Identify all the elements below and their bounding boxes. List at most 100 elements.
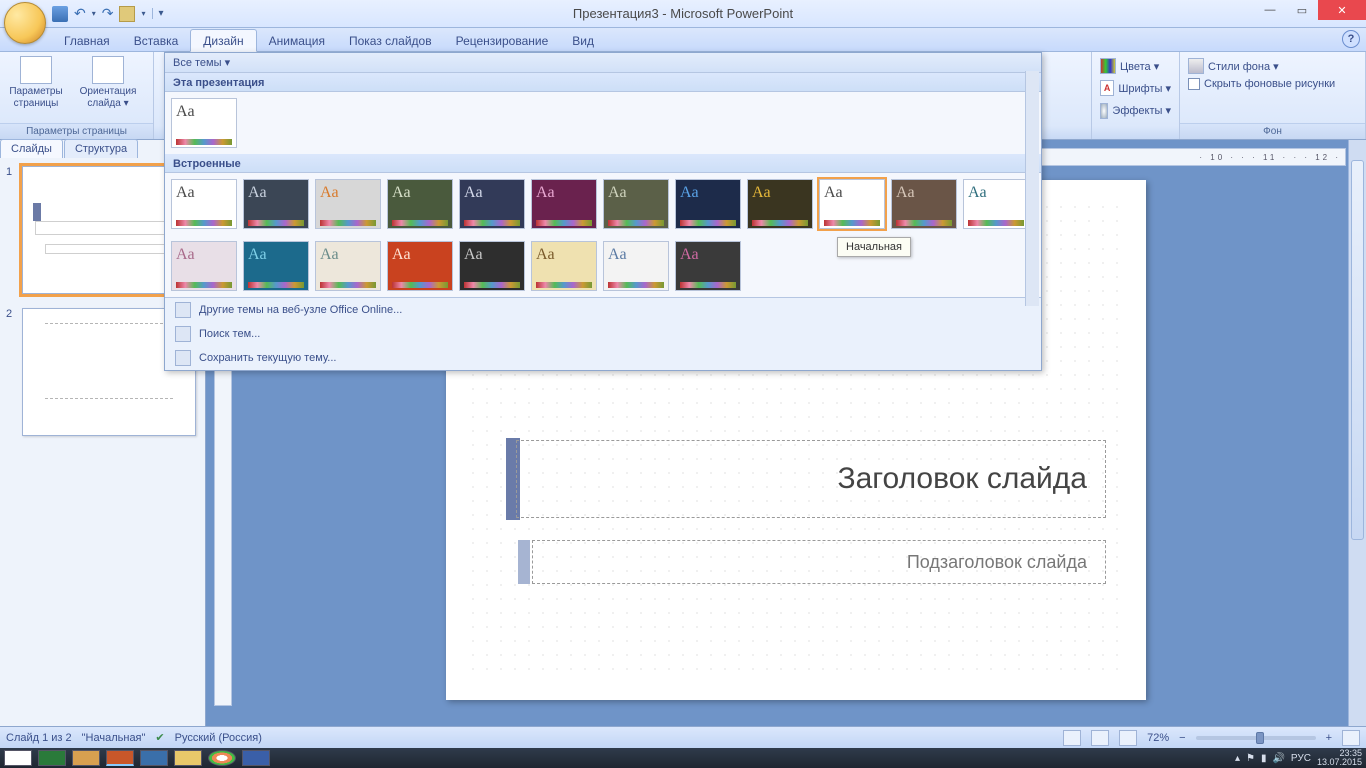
theme-thumbnail[interactable]: Aa — [171, 179, 237, 229]
theme-thumbnail[interactable]: Aa — [459, 179, 525, 229]
taskbar-word-icon[interactable] — [242, 750, 270, 766]
tab-slides[interactable]: Слайды — [0, 139, 63, 158]
theme-sample-text: Aa — [536, 246, 592, 264]
tray-action-center-icon[interactable]: ⚑ — [1246, 753, 1255, 764]
theme-thumbnail[interactable]: Aa — [315, 241, 381, 291]
more-themes-online[interactable]: Другие темы на веб-узле Office Online... — [165, 298, 1041, 322]
effects-button[interactable]: Эффекты ▾ — [1096, 101, 1175, 121]
taskbar-paint-icon[interactable] — [72, 750, 100, 766]
theme-thumbnail[interactable]: Aa — [243, 241, 309, 291]
theme-color-swatch — [176, 139, 232, 145]
tab-home[interactable]: Главная — [52, 30, 122, 51]
zoom-level[interactable]: 72% — [1147, 732, 1169, 744]
zoom-slider-thumb[interactable] — [1256, 732, 1264, 744]
theme-thumbnail[interactable]: Aa — [675, 241, 741, 291]
theme-color-swatch — [536, 220, 592, 226]
theme-thumbnail[interactable]: Aa — [531, 241, 597, 291]
slide-counter: Слайд 1 из 2 — [6, 732, 72, 744]
tab-review[interactable]: Рецензирование — [444, 30, 561, 51]
tab-outline[interactable]: Структура — [64, 139, 138, 158]
search-icon — [175, 326, 191, 342]
theme-thumbnail[interactable]: Aa — [459, 241, 525, 291]
language-status[interactable]: Русский (Россия) — [175, 732, 262, 744]
theme-thumbnail[interactable]: Aa — [531, 179, 597, 229]
save-icon[interactable] — [52, 6, 68, 22]
theme-sample-text: Aa — [464, 246, 520, 264]
theme-thumbnail[interactable]: Aa — [243, 179, 309, 229]
office-button[interactable] — [4, 2, 46, 44]
zoom-in-button[interactable]: + — [1326, 732, 1332, 744]
tray-chevron-icon[interactable]: ▴ — [1235, 753, 1240, 764]
subtitle-placeholder[interactable]: Подзаголовок слайда — [532, 540, 1106, 584]
tab-view[interactable]: Вид — [560, 30, 606, 51]
theme-color-swatch — [608, 282, 664, 288]
fit-button[interactable] — [1342, 730, 1360, 746]
taskbar-chrome-icon[interactable] — [208, 750, 236, 766]
save-icon — [175, 350, 191, 366]
theme-thumbnail[interactable]: Aa — [387, 241, 453, 291]
undo-icon[interactable]: ↶ — [74, 5, 86, 22]
save-current-theme[interactable]: Сохранить текущую тему... — [165, 346, 1041, 370]
spellcheck-icon[interactable]: ✔ — [155, 731, 164, 744]
side-tabs: Слайды Структура — [0, 139, 139, 158]
theme-sample-text: Aa — [824, 184, 880, 202]
theme-thumbnail[interactable]: Aa — [171, 98, 237, 148]
maximize-button[interactable]: ▭ — [1286, 0, 1318, 20]
theme-thumbnail[interactable]: Aa — [747, 179, 813, 229]
theme-color-swatch — [536, 282, 592, 288]
theme-thumbnail[interactable]: Aa — [963, 179, 1029, 229]
theme-color-swatch — [608, 220, 664, 226]
minimize-button[interactable]: — — [1254, 0, 1286, 20]
theme-thumbnail[interactable]: Aa — [675, 179, 741, 229]
fonts-button[interactable]: AШрифты ▾ — [1096, 78, 1175, 98]
normal-view-button[interactable] — [1063, 730, 1081, 746]
colors-button[interactable]: Цвета ▾ — [1096, 56, 1175, 76]
tab-insert[interactable]: Вставка — [122, 30, 191, 51]
theme-thumbnail[interactable]: Aa — [603, 179, 669, 229]
theme-thumbnail[interactable]: Aa — [819, 179, 885, 229]
tab-design[interactable]: Дизайн — [190, 29, 256, 52]
theme-sample-text: Aa — [608, 184, 664, 202]
gallery-header[interactable]: Все темы ▾ — [165, 53, 1041, 73]
tab-slideshow[interactable]: Показ слайдов — [337, 30, 444, 51]
theme-thumbnail[interactable]: Aa — [891, 179, 957, 229]
taskbar-excel-icon[interactable] — [38, 750, 66, 766]
start-button[interactable] — [4, 750, 32, 766]
theme-thumbnail[interactable]: Aa — [171, 241, 237, 291]
taskbar-app-icon[interactable] — [140, 750, 168, 766]
gallery-scrollbar[interactable] — [1025, 71, 1039, 306]
tray-volume-icon[interactable]: 🔊 — [1272, 753, 1284, 764]
themes-gallery: Все темы ▾ Эта презентация Aa Встроенные… — [164, 52, 1042, 371]
slide-orientation-button[interactable]: Ориентация слайда ▾ — [68, 54, 148, 111]
zoom-out-button[interactable]: − — [1179, 732, 1185, 744]
theme-color-swatch — [320, 282, 376, 288]
ribbon-tabs: Главная Вставка Дизайн Анимация Показ сл… — [0, 28, 1366, 52]
theme-thumbnail[interactable]: Aa — [603, 241, 669, 291]
theme-thumbnail[interactable]: Aa — [387, 179, 453, 229]
vertical-scrollbar[interactable] — [1348, 140, 1366, 726]
redo-icon[interactable]: ↷ — [102, 5, 114, 22]
title-placeholder[interactable]: Заголовок слайда — [516, 440, 1106, 518]
browse-themes[interactable]: Поиск тем... — [165, 322, 1041, 346]
theme-color-swatch — [248, 220, 304, 226]
tray-language[interactable]: РУС — [1291, 753, 1311, 764]
window-title: Презентация3 - Microsoft PowerPoint — [573, 6, 793, 21]
tray-clock[interactable]: 23:35 13.07.2015 — [1317, 749, 1362, 767]
sorter-view-button[interactable] — [1091, 730, 1109, 746]
page-setup-button[interactable]: Параметры страницы — [4, 54, 68, 111]
theme-color-swatch — [824, 220, 880, 226]
scrollbar-thumb[interactable] — [1351, 160, 1364, 540]
print-icon[interactable] — [119, 6, 135, 22]
theme-thumbnail[interactable]: Aa — [315, 179, 381, 229]
slideshow-view-button[interactable] — [1119, 730, 1137, 746]
hide-bg-checkbox[interactable]: Скрыть фоновые рисунки — [1184, 76, 1361, 92]
bg-styles-button[interactable]: Стили фона ▾ — [1184, 56, 1361, 76]
zoom-slider[interactable] — [1196, 736, 1316, 740]
tab-animation[interactable]: Анимация — [257, 30, 337, 51]
help-button[interactable]: ? — [1342, 30, 1360, 48]
theme-color-swatch — [320, 220, 376, 226]
close-button[interactable]: ✕ — [1318, 0, 1366, 20]
tray-network-icon[interactable]: ▮ — [1261, 753, 1267, 764]
taskbar-explorer-icon[interactable] — [174, 750, 202, 766]
taskbar-powerpoint-icon[interactable] — [106, 750, 134, 766]
